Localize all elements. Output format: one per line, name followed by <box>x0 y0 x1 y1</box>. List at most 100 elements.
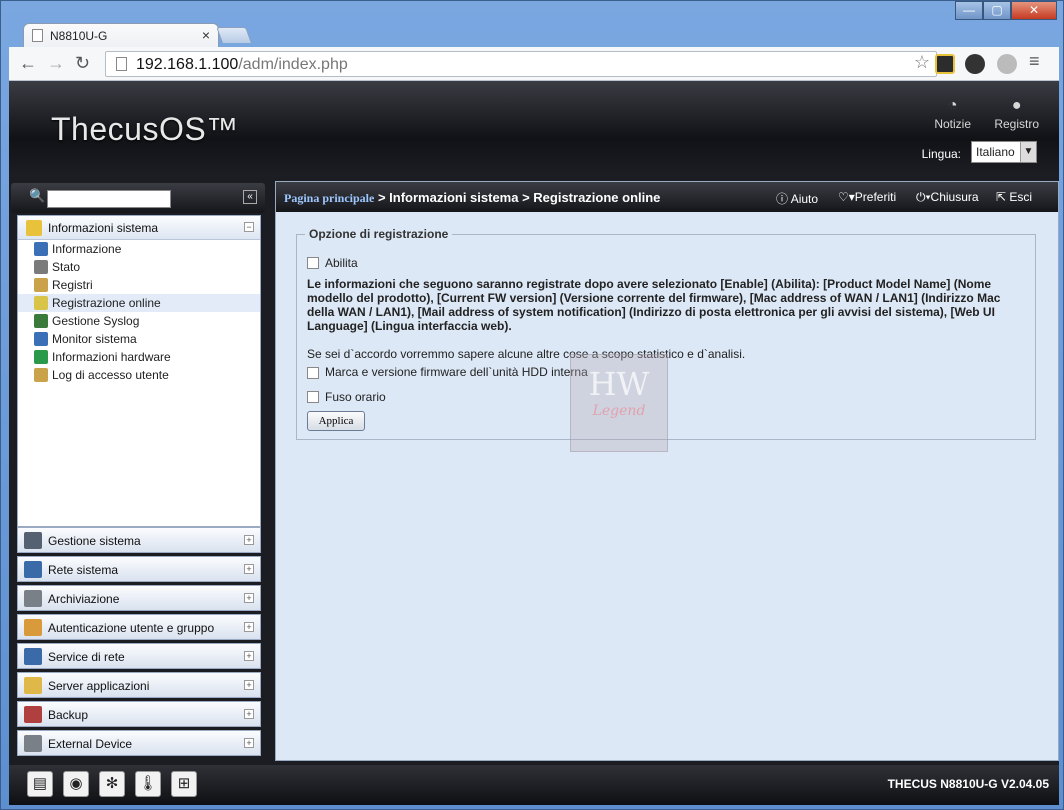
new-tab-button[interactable] <box>216 27 252 43</box>
url-path: /adm/index.php <box>238 56 348 73</box>
group-icon <box>24 619 42 636</box>
breadcrumb: Pagina principale > Informazioni sistema… <box>276 182 1058 212</box>
group-server-applicazioni[interactable]: Server applicazioni + <box>17 672 261 698</box>
extension-pocket-icon[interactable] <box>997 54 1017 74</box>
network-icon[interactable]: ⊞ <box>171 771 197 797</box>
sidebar-item-informazione[interactable]: Informazione <box>18 240 260 258</box>
sidebar-item-label: Monitor sistema <box>52 332 137 346</box>
group-icon <box>24 677 42 694</box>
group-gestione-sistema[interactable]: Gestione sistema + <box>17 527 261 553</box>
shutdown-button[interactable]: ⏻▾Chiusura <box>916 190 979 205</box>
extension-ghost-icon[interactable] <box>965 54 985 74</box>
menu-item-icon <box>34 314 48 328</box>
language-select[interactable]: Italiano ▼ <box>971 141 1037 163</box>
menu-icon[interactable]: ≡ <box>1029 51 1040 72</box>
back-icon[interactable]: ← <box>19 53 37 74</box>
enable-label: Abilita <box>325 256 358 270</box>
sidebar-item-gestione-syslog[interactable]: Gestione Syslog <box>18 312 260 330</box>
group-label: Archiviazione <box>48 592 120 606</box>
logo: ThecusOS™ <box>51 111 239 147</box>
server-icon[interactable]: ▤ <box>27 771 53 797</box>
help-label: Aiuto <box>790 192 819 206</box>
enable-checkbox[interactable] <box>307 257 319 269</box>
window-controls: — ▢ ✕ <box>955 1 1057 20</box>
disk-icon[interactable]: ◉ <box>63 771 89 797</box>
sidebar-item-informazioni-hardware[interactable]: Informazioni hardware <box>18 348 260 366</box>
statistics-note: Se sei d`accordo vorremmo sapere alcune … <box>307 347 746 361</box>
sidebar: 🔍 « Informazioni sistema − Informazione S… <box>9 181 267 761</box>
browser-toolbar: ← → ↻ 192.168.1.100/adm/index.php ☆ ≡ <box>9 47 1059 81</box>
log-label: Registro <box>994 117 1039 131</box>
group-rete-sistema[interactable]: Rete sistema + <box>17 556 261 582</box>
expand-icon[interactable]: + <box>244 622 254 632</box>
group-label: Server applicazioni <box>48 679 150 693</box>
expand-icon[interactable]: + <box>244 709 254 719</box>
sidebar-item-stato[interactable]: Stato <box>18 258 260 276</box>
expand-icon[interactable]: + <box>244 738 254 748</box>
expand-icon[interactable]: + <box>244 651 254 661</box>
collapse-icon[interactable]: − <box>244 222 254 232</box>
fan-icon[interactable]: ✻ <box>99 771 125 797</box>
group-label: Rete sistema <box>48 563 119 577</box>
browser-window: — ▢ ✕ N8810U-G × ← → ↻ 192.168.1.100/adm… <box>0 0 1064 810</box>
group-autenticazione-utente-e-gruppo[interactable]: Autenticazione utente e gruppo + <box>17 614 261 640</box>
sidebar-item-label: Registri <box>52 278 93 292</box>
tab-title: N8810U-G <box>50 29 108 43</box>
group-label: Service di rete <box>48 650 125 664</box>
watermark-logo: HW Legend <box>570 354 668 452</box>
search-input[interactable] <box>47 190 171 208</box>
page-icon <box>116 57 127 71</box>
close-window-button[interactable]: ✕ <box>1011 1 1057 20</box>
thermometer-icon[interactable]: 🌡 <box>135 771 161 797</box>
browser-tab[interactable]: N8810U-G × <box>23 23 219 47</box>
watermark-big: HW <box>588 365 650 403</box>
hdd-checkbox[interactable] <box>307 367 319 379</box>
group-service-di-rete[interactable]: Service di rete + <box>17 643 261 669</box>
sidebar-item-log-di-accesso-utente[interactable]: Log di accesso utente <box>18 366 260 384</box>
group-icon <box>24 735 42 752</box>
apply-button[interactable]: Applica <box>307 411 365 431</box>
menu-item-icon <box>34 242 48 256</box>
timezone-checkbox[interactable] <box>307 391 319 403</box>
expand-icon[interactable]: + <box>244 535 254 545</box>
app-footer: ▤ ◉ ✻ 🌡 ⊞ THECUS N8810U-G V2.04.05 <box>9 765 1059 805</box>
notifications-label: Notizie <box>934 117 971 131</box>
expand-icon[interactable]: + <box>244 564 254 574</box>
bookmark-star-icon[interactable]: ☆ <box>914 52 930 73</box>
maximize-button[interactable]: ▢ <box>983 1 1011 20</box>
sidebar-item-label: Informazioni hardware <box>52 350 171 364</box>
group-icon <box>24 532 42 549</box>
group-informazioni-sistema[interactable]: Informazioni sistema − <box>18 216 260 240</box>
logout-button[interactable]: ⇱ Esci <box>996 190 1032 204</box>
sidebar-item-registri[interactable]: Registri <box>18 276 260 294</box>
expand-icon[interactable]: + <box>244 680 254 690</box>
group-archiviazione[interactable]: Archiviazione + <box>17 585 261 611</box>
reload-icon[interactable]: ↻ <box>75 53 90 74</box>
favorites-button[interactable]: ♡▾Preferiti <box>838 190 896 204</box>
sidebar-search-bar: 🔍 « <box>11 183 265 213</box>
help-button[interactable]: ⓘ Aiuto <box>776 190 818 207</box>
group-label: Informazioni sistema <box>48 221 159 235</box>
notifications-button[interactable]: ◔ Notizie <box>934 97 971 131</box>
menu-item-icon <box>34 332 48 346</box>
group-external-device[interactable]: External Device + <box>17 730 261 756</box>
minimize-button[interactable]: — <box>955 1 983 20</box>
sidebar-item-label: Registrazione online <box>52 296 161 310</box>
tab-close-icon[interactable]: × <box>202 27 210 43</box>
log-button[interactable]: ● Registro <box>994 97 1039 131</box>
breadcrumb-home-link[interactable]: Pagina principale <box>284 191 374 205</box>
sidebar-item-monitor-sistema[interactable]: Monitor sistema <box>18 330 260 348</box>
expand-icon[interactable]: + <box>244 593 254 603</box>
address-bar[interactable]: 192.168.1.100/adm/index.php ☆ <box>105 51 937 77</box>
group-label: Autenticazione utente e gruppo <box>48 621 215 635</box>
collapse-sidebar-icon[interactable]: « <box>243 190 257 204</box>
page-icon <box>32 29 43 42</box>
favorites-label: Preferiti <box>854 190 897 204</box>
group-icon <box>24 706 42 723</box>
group-backup[interactable]: Backup + <box>17 701 261 727</box>
sidebar-item-registrazione-online[interactable]: Registrazione online <box>18 294 260 312</box>
forward-icon[interactable]: → <box>47 53 65 74</box>
group-icon <box>24 590 42 607</box>
extension-check-icon[interactable] <box>935 54 955 74</box>
logout-label: Esci <box>1009 190 1033 204</box>
